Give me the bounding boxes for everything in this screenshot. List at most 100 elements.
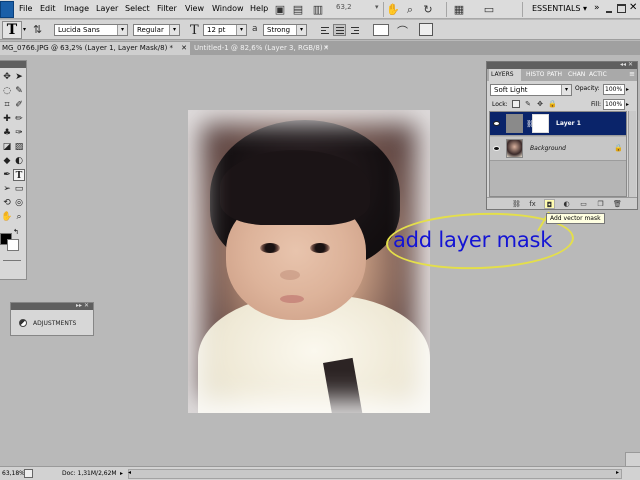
tab-histogram[interactable]: HISTO — [524, 69, 544, 81]
move-tool-icon[interactable]: ✥ — [1, 71, 13, 83]
panel-collapse-icon[interactable]: ▸▸ ✕ — [76, 302, 89, 309]
menu-layer[interactable]: Layer — [96, 4, 118, 13]
horizontal-scrollbar[interactable] — [128, 469, 622, 479]
opacity-slider-arrow-icon[interactable]: ▸ — [626, 86, 629, 93]
eyedropper-tool-icon[interactable]: ✐ — [13, 99, 25, 111]
layer-thumbnail[interactable] — [506, 139, 523, 158]
3d-rotate-tool-icon[interactable]: ⟲ — [1, 197, 13, 209]
menu-edit[interactable]: Edit — [40, 4, 56, 13]
status-menu-arrow-icon[interactable]: ▸ — [120, 470, 123, 477]
text-tool-preset-icon[interactable]: T — [2, 21, 22, 39]
menu-view[interactable]: View — [185, 4, 204, 13]
font-family-select[interactable]: Lucida Sans ▾ — [54, 24, 128, 36]
preset-dropdown-icon[interactable]: ▾ — [23, 26, 26, 33]
close-icon[interactable]: ✕ — [629, 2, 637, 13]
zoom-level-input[interactable]: 63,2 — [336, 3, 374, 15]
workspace-switcher[interactable]: ESSENTIALS — [532, 4, 581, 13]
clone-stamp-tool-icon[interactable]: ♣ — [1, 127, 13, 139]
zoom-tool-icon[interactable]: ⌕ — [13, 211, 25, 223]
menu-select[interactable]: Select — [125, 4, 150, 13]
scroll-right-icon[interactable]: ▸ — [616, 469, 619, 476]
menu-help[interactable]: Help — [250, 4, 268, 13]
history-brush-tool-icon[interactable]: ✑ — [13, 127, 25, 139]
scroll-left-icon[interactable]: ◂ — [128, 469, 131, 476]
quick-select-tool-icon[interactable]: ✎ — [13, 85, 25, 97]
adjustments-label[interactable]: ADJUSTMENTS — [33, 320, 76, 327]
layer-name[interactable]: Layer 1 — [556, 120, 581, 127]
gradient-tool-icon[interactable]: ▨ — [13, 141, 25, 153]
warp-text-icon[interactable]: ⌒ — [397, 23, 408, 39]
quick-mask-icon[interactable] — [3, 260, 21, 261]
layer-thumbnail[interactable] — [506, 114, 523, 133]
fill-input[interactable]: 100% — [603, 99, 625, 110]
visibility-eye-icon[interactable] — [493, 146, 500, 151]
view-extras-icon[interactable]: ▥ — [311, 2, 325, 17]
tab-channels[interactable]: CHAN — [566, 69, 586, 81]
adjustments-panel-header[interactable]: ▸▸ ✕ — [11, 302, 93, 310]
antialias-select[interactable]: Strong ▾ — [263, 24, 307, 36]
new-layer-icon[interactable]: ❐ — [595, 199, 606, 209]
font-style-select[interactable]: Regular ▾ — [133, 24, 180, 36]
align-right-button[interactable] — [348, 24, 361, 36]
tab-document-1[interactable]: MG_0766.JPG @ 63,2% (Layer 1, Layer Mask… — [0, 42, 190, 55]
tab-actions[interactable]: ACTIC — [587, 69, 609, 81]
rotate-view-icon[interactable]: ↻ — [421, 2, 435, 17]
link-layers-icon[interactable]: ⛓ — [511, 199, 522, 209]
menu-image[interactable]: Image — [64, 4, 89, 13]
menu-file[interactable]: File — [19, 4, 32, 13]
chevron-right-icon[interactable]: » — [594, 3, 600, 13]
workspace-dropdown-icon[interactable]: ▾ — [583, 4, 587, 13]
menu-filter[interactable]: Filter — [157, 4, 177, 13]
panel-menu-icon[interactable]: ≡ — [629, 70, 635, 78]
layer-row-layer-1[interactable]: ⛓ Layer 1 — [490, 112, 626, 136]
minimize-icon[interactable] — [604, 2, 614, 16]
layers-panel-header[interactable]: ◂◂ ✕ — [487, 61, 637, 69]
fill-slider-arrow-icon[interactable]: ▸ — [626, 101, 629, 108]
lock-all-icon[interactable]: 🔒 — [548, 100, 557, 108]
3d-orbit-tool-icon[interactable]: ◎ — [13, 197, 25, 209]
layer-row-background[interactable]: Background 🔒 — [490, 137, 626, 161]
eraser-tool-icon[interactable]: ◪ — [1, 141, 13, 153]
dodge-tool-icon[interactable]: ◐ — [13, 155, 25, 167]
layers-scrollbar[interactable] — [628, 111, 636, 197]
layer-mask-thumbnail[interactable] — [532, 114, 549, 133]
mini-bridge-icon[interactable]: ▤ — [291, 2, 305, 17]
tab-layers[interactable]: LAYERS — [489, 69, 521, 81]
close-icon[interactable]: ✕ — [181, 42, 187, 54]
close-icon[interactable]: ✕ — [323, 42, 329, 54]
layer-name[interactable]: Background — [530, 145, 566, 152]
background-color-swatch[interactable] — [7, 239, 19, 251]
hand-tool-icon[interactable]: ✋ — [386, 2, 400, 17]
adjustments-icon[interactable] — [19, 319, 27, 327]
font-size-select[interactable]: 12 pt ▾ — [203, 24, 247, 36]
crop-tool-icon[interactable]: ⌗ — [1, 99, 13, 111]
tab-paths[interactable]: PATH — [545, 69, 565, 81]
lock-pixels-icon[interactable]: ✎ — [524, 100, 532, 108]
brush-tool-icon[interactable]: ✏ — [13, 113, 25, 125]
healing-tool-icon[interactable]: ✚ — [1, 113, 13, 125]
character-panel-icon[interactable] — [419, 23, 433, 36]
blend-mode-select[interactable]: Soft Light ▾ — [490, 84, 572, 96]
lock-transparency-icon[interactable] — [512, 100, 520, 108]
opacity-input[interactable]: 100% — [603, 84, 625, 95]
marquee-tool-icon[interactable]: ◌ — [1, 85, 13, 97]
pen-tool-icon[interactable]: ✒ — [1, 169, 13, 181]
panel-collapse-icon[interactable]: ◂◂ ✕ — [620, 61, 633, 68]
bridge-icon[interactable]: ▣ — [273, 2, 287, 17]
tools-panel-header[interactable] — [0, 61, 26, 68]
text-color-swatch[interactable] — [373, 24, 389, 36]
document-photo[interactable] — [188, 110, 430, 413]
zoom-tool-icon[interactable]: ⌕ — [403, 2, 417, 17]
menu-window[interactable]: Window — [212, 4, 244, 13]
zoom-dropdown-arrow-icon[interactable]: ▾ — [375, 3, 379, 11]
text-orientation-icon[interactable]: ⇅ — [33, 23, 42, 36]
align-left-button[interactable] — [318, 24, 331, 36]
lock-position-icon[interactable]: ✥ — [536, 100, 544, 108]
new-group-icon[interactable]: ▭ — [578, 199, 589, 209]
adjustment-layer-icon[interactable]: ◐ — [561, 199, 572, 209]
maximize-icon[interactable] — [617, 4, 626, 13]
shape-tool-icon[interactable]: ▭ — [13, 183, 25, 195]
tab-document-2[interactable]: Untitled-1 @ 82,6% (Layer 3, RGB/8) * ✕ — [192, 42, 332, 55]
add-vector-mask-button[interactable]: ◘ — [544, 199, 555, 209]
screen-mode-icon[interactable]: ▭ — [482, 2, 496, 17]
